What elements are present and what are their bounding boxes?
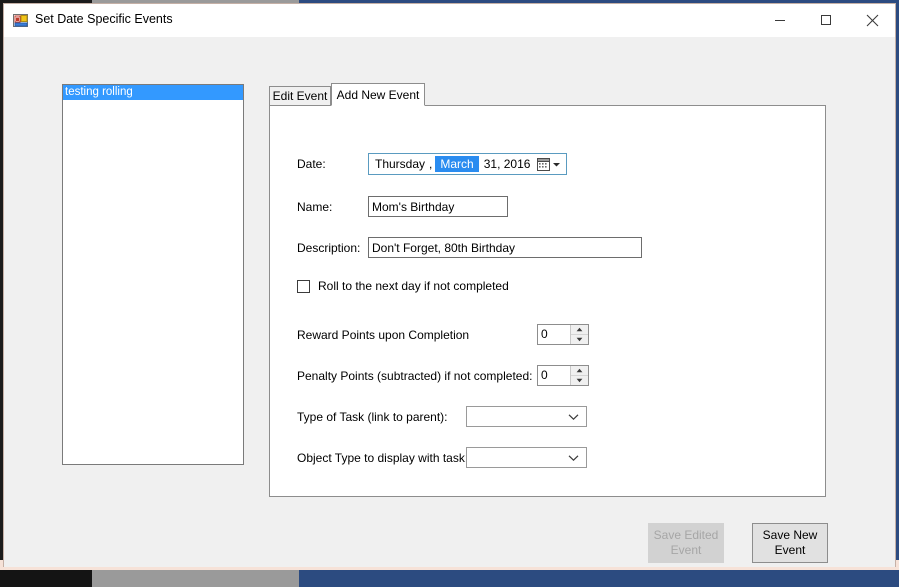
windows-forms-icon	[13, 13, 29, 29]
chevron-down-icon	[568, 413, 579, 420]
save-new-event-button[interactable]: Save New Event	[752, 523, 828, 563]
name-input[interactable]	[368, 196, 508, 217]
penalty-points-increment-button[interactable]	[571, 366, 588, 376]
date-picker-input[interactable]: Thursday , March 31, 2016	[368, 153, 567, 175]
roll-to-next-day-checkbox[interactable]	[297, 279, 310, 293]
desktop-taskbar-dark	[0, 570, 92, 587]
minimize-icon	[775, 20, 785, 21]
save-new-event-label-line2: Event	[774, 543, 806, 557]
chevron-down-icon	[568, 454, 579, 461]
date-label: Date:	[297, 157, 326, 171]
caret-down-icon	[576, 337, 583, 342]
tab-edit-event[interactable]: Edit Event	[269, 86, 331, 106]
name-label: Name:	[297, 200, 333, 214]
close-button[interactable]	[849, 4, 895, 36]
penalty-points-label: Penalty Points (subtracted) if not compl…	[297, 369, 533, 383]
reward-points-value[interactable]: 0	[538, 325, 570, 344]
reward-points-stepper[interactable]: 0	[537, 324, 589, 345]
title-bar[interactable]: Set Date Specific Events	[4, 4, 895, 38]
caret-down-icon	[576, 378, 583, 383]
date-day-year-segment[interactable]: 31, 2016	[479, 157, 531, 171]
penalty-points-spin-buttons	[570, 366, 588, 385]
chevron-down-icon	[553, 162, 560, 166]
caret-up-icon	[576, 327, 583, 332]
event-list-box[interactable]: testing rolling	[62, 84, 244, 465]
roll-to-next-day-label: Roll to the next day if not completed	[318, 279, 509, 293]
desktop-taskbar-gray	[92, 570, 299, 587]
client-area: testing rolling Edit Event Add New Event…	[4, 38, 895, 567]
object-type-combobox[interactable]	[466, 447, 587, 468]
reward-points-spin-buttons	[570, 325, 588, 344]
date-month-segment[interactable]: March	[435, 156, 479, 172]
roll-to-next-day-checkbox-row[interactable]: Roll to the next day if not completed	[297, 279, 509, 293]
date-separator: ,	[429, 157, 433, 171]
tab-add-new-event[interactable]: Add New Event	[331, 83, 425, 106]
reward-points-decrement-button[interactable]	[571, 335, 588, 344]
penalty-points-stepper[interactable]: 0	[537, 365, 589, 386]
caret-up-icon	[576, 368, 583, 373]
tab-strip: Edit Event Add New Event	[269, 83, 826, 106]
task-type-label: Type of Task (link to parent):	[297, 410, 448, 424]
date-dropdown-button[interactable]	[534, 155, 564, 173]
close-icon	[866, 14, 878, 26]
save-new-event-label-line1: Save New	[762, 528, 818, 542]
application-window: Set Date Specific Events testing rolling…	[3, 3, 896, 567]
reward-points-label: Reward Points upon Completion	[297, 328, 470, 342]
reward-points-increment-button[interactable]	[571, 325, 588, 335]
description-label: Description:	[297, 241, 361, 255]
save-edited-event-button[interactable]: Save Edited Event	[648, 523, 724, 563]
description-input[interactable]	[368, 237, 642, 258]
task-type-combobox[interactable]	[466, 406, 587, 427]
maximize-button[interactable]	[803, 4, 849, 36]
list-item[interactable]: testing rolling	[63, 85, 243, 100]
date-weekday[interactable]: Thursday	[369, 157, 425, 171]
object-type-label: Object Type to display with task:	[297, 451, 469, 465]
calendar-icon	[537, 157, 550, 171]
penalty-points-decrement-button[interactable]	[571, 376, 588, 385]
save-edited-event-label-line2: Event	[670, 543, 702, 557]
maximize-icon	[821, 15, 831, 25]
minimize-button[interactable]	[757, 4, 803, 36]
penalty-points-value[interactable]: 0	[538, 366, 570, 385]
save-edited-event-label-line1: Save Edited	[653, 528, 719, 542]
window-title: Set Date Specific Events	[35, 12, 173, 26]
desktop-backdrop: Set Date Specific Events testing rolling…	[0, 0, 899, 587]
tab-page-add-new-event: Date: Thursday , March 31, 2016 Name: Mo…	[269, 105, 826, 497]
